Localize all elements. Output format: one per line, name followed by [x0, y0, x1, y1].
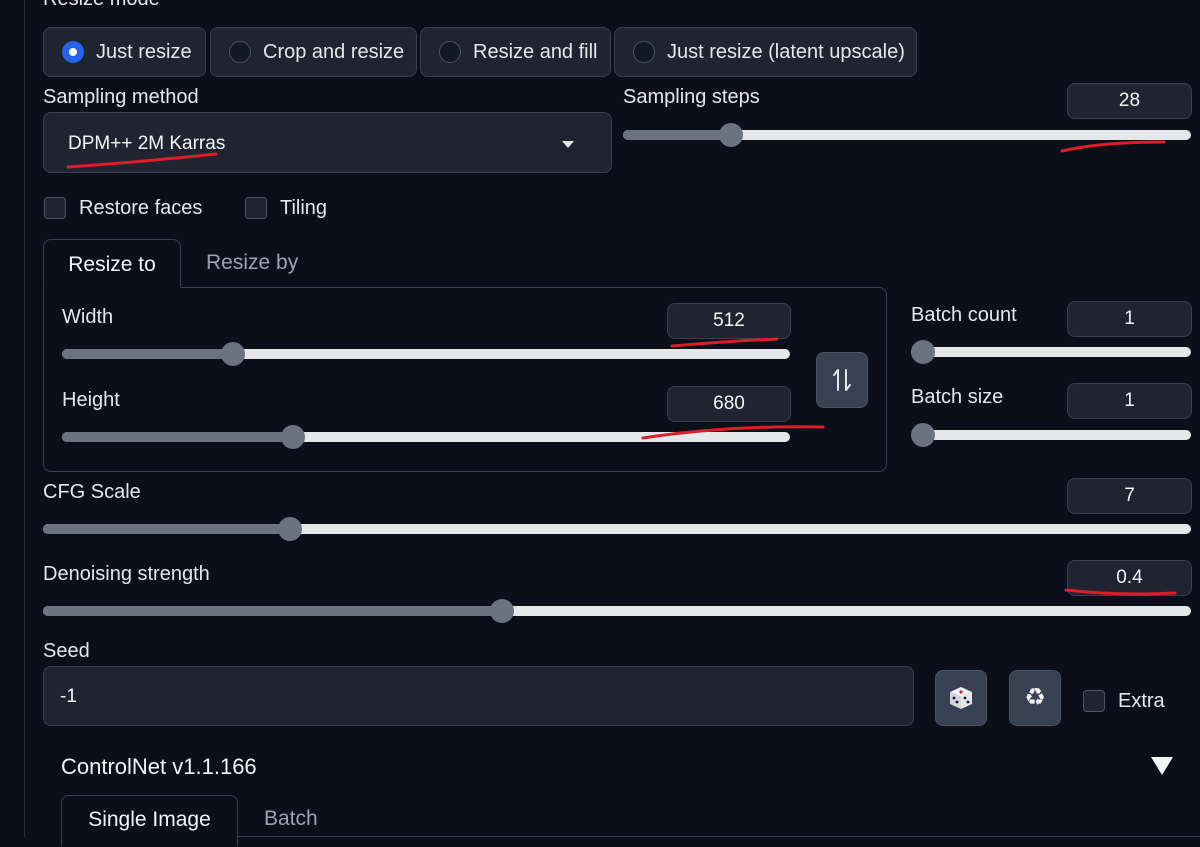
left-border	[24, 0, 25, 837]
restore-faces-label: Restore faces	[79, 197, 203, 219]
extra-label: Extra	[1118, 690, 1165, 712]
restore-faces-checkbox[interactable]	[44, 197, 66, 219]
denoising-strength-slider[interactable]	[43, 599, 1191, 623]
tab-single-image[interactable]: Single Image	[61, 795, 238, 847]
sampling-method-value: DPM++ 2M Karras	[68, 133, 226, 154]
annotation-underline-steps	[1060, 140, 1166, 153]
radio-dot-selected	[62, 41, 84, 63]
slider-handle[interactable]	[221, 342, 246, 366]
radio-label: Just resize (latent upscale)	[667, 40, 905, 63]
extra-checkbox[interactable]	[1083, 690, 1105, 712]
tiling-checkbox[interactable]	[245, 197, 267, 219]
sampling-method-label: Sampling method	[43, 86, 199, 108]
slider-fill	[62, 432, 293, 442]
cfg-scale-label: CFG Scale	[43, 481, 141, 503]
denoising-strength-label: Denoising strength	[43, 563, 210, 585]
slider-fill	[43, 606, 503, 616]
tab-batch[interactable]: Batch	[264, 807, 318, 831]
batch-size-input[interactable]: 1	[1067, 383, 1192, 419]
batch-size-slider[interactable]	[911, 423, 1191, 447]
recycle-icon: ♻	[1024, 684, 1046, 711]
swap-dimensions-icon	[833, 369, 851, 391]
height-label: Height	[62, 389, 120, 411]
radio-dot	[229, 41, 251, 63]
radio-just-resize-latent[interactable]: Just resize (latent upscale)	[614, 27, 917, 77]
seed-value: -1	[60, 686, 77, 707]
slider-fill	[43, 524, 290, 534]
slider-handle[interactable]	[490, 599, 515, 623]
batch-count-input[interactable]: 1	[1067, 301, 1192, 337]
sampling-method-dropdown[interactable]: DPM++ 2M Karras	[43, 112, 612, 173]
width-slider[interactable]	[62, 342, 790, 366]
controlnet-title[interactable]: ControlNet v1.1.166	[61, 754, 257, 780]
width-label: Width	[62, 306, 114, 328]
sampling-steps-label: Sampling steps	[623, 86, 760, 108]
batch-count-slider[interactable]	[911, 340, 1191, 364]
radio-just-resize[interactable]: Just resize	[43, 27, 206, 77]
radio-label: Just resize	[96, 40, 192, 63]
sampling-steps-slider[interactable]	[623, 123, 1191, 147]
resize-mode-label: Resize mode	[43, 0, 160, 11]
slider-handle[interactable]	[280, 425, 305, 449]
triangle-down-icon[interactable]	[1151, 757, 1173, 775]
slider-fill	[62, 349, 234, 359]
slider-track	[911, 347, 1191, 357]
cfg-scale-slider[interactable]	[43, 517, 1191, 541]
reuse-seed-button[interactable]: ♻	[1009, 670, 1061, 726]
tab-resize-to[interactable]: Resize to	[43, 239, 181, 288]
slider-handle[interactable]	[718, 123, 743, 147]
slider-handle[interactable]	[911, 340, 935, 364]
chevron-down-icon	[562, 141, 574, 148]
random-seed-button[interactable]	[935, 670, 987, 726]
batch-size-label: Batch size	[911, 386, 1004, 408]
denoising-strength-input[interactable]: 0.4	[1067, 560, 1192, 596]
seed-input[interactable]: -1	[43, 666, 914, 726]
slider-track	[911, 430, 1191, 440]
tiling-label: Tiling	[280, 197, 328, 219]
batch-count-label: Batch count	[911, 304, 1017, 326]
radio-dot	[439, 41, 461, 63]
radio-label: Resize and fill	[473, 40, 598, 63]
slider-fill	[623, 130, 731, 140]
swap-dimensions-button[interactable]	[816, 352, 868, 408]
radio-dot	[633, 41, 655, 63]
sampling-steps-input[interactable]: 28	[1067, 83, 1192, 119]
seed-label: Seed	[43, 640, 90, 662]
height-slider[interactable]	[62, 425, 790, 449]
radio-crop-and-resize[interactable]: Crop and resize	[210, 27, 417, 77]
width-input[interactable]: 512	[667, 303, 791, 339]
slider-handle[interactable]	[911, 423, 935, 447]
radio-label: Crop and resize	[263, 40, 405, 63]
radio-resize-and-fill[interactable]: Resize and fill	[420, 27, 611, 77]
slider-handle[interactable]	[277, 517, 302, 541]
tab-resize-by[interactable]: Resize by	[206, 251, 298, 275]
dice-icon	[950, 687, 972, 709]
cfg-scale-input[interactable]: 7	[1067, 478, 1192, 514]
height-input[interactable]: 680	[667, 386, 791, 422]
